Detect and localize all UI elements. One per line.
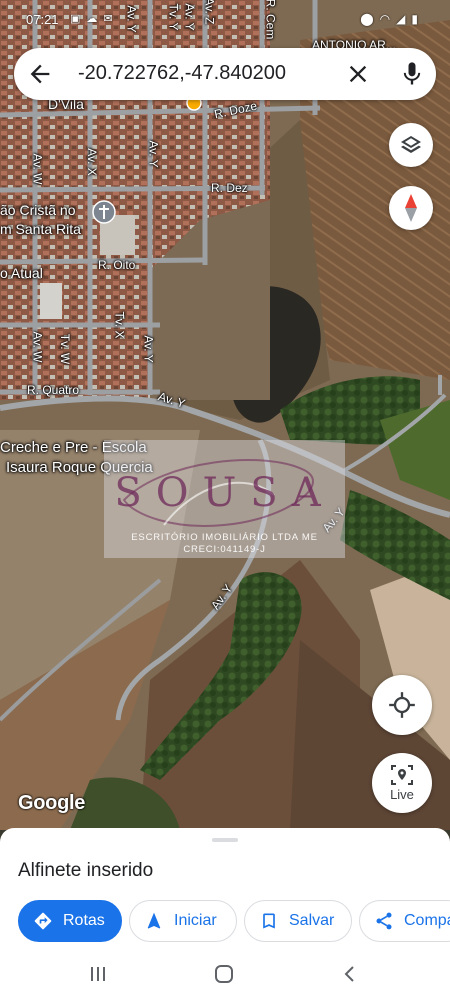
my-location-button[interactable] xyxy=(372,675,432,735)
road-label-av-y-2: Av. Y xyxy=(141,335,156,363)
mail-icon: ✉ xyxy=(103,13,119,25)
close-icon xyxy=(349,65,367,83)
layers-button[interactable] xyxy=(389,123,433,167)
recents-button[interactable] xyxy=(88,964,108,984)
road-label-tv-x: Tv. X xyxy=(112,311,127,339)
road-label-av-w-1: Av. W xyxy=(30,153,45,185)
status-bar: 07:21 ▣☁✉ ⬤◠◢▮ xyxy=(0,0,450,40)
live-view-icon xyxy=(391,765,413,785)
arrow-back-icon xyxy=(30,64,50,84)
image-icon: ▣ xyxy=(70,13,87,25)
battery-icon: ▮ xyxy=(411,12,424,26)
start-navigation-button[interactable]: Iniciar xyxy=(129,900,237,942)
road-label-tv-w: Tv. W xyxy=(58,333,73,365)
layers-icon xyxy=(401,136,421,153)
save-button[interactable]: Salvar xyxy=(244,900,352,942)
search-input[interactable]: -20.722762,-47.840200 xyxy=(78,62,286,85)
system-icons: ⬤◠◢▮ xyxy=(360,12,424,26)
road-label-r-quatro: R. Quatro xyxy=(27,383,80,397)
directions-label: Rotas xyxy=(63,912,105,929)
status-time: 07:21 xyxy=(26,12,59,27)
place-label-church-line1[interactable]: ão Cristã no xyxy=(0,202,75,218)
clear-search-button[interactable] xyxy=(344,60,372,88)
agency-watermark: SOUSA ESCRITÓRIO IMOBILIÁRIO LTDA ME CRE… xyxy=(104,440,345,558)
home-button[interactable] xyxy=(214,964,234,984)
system-back-button[interactable] xyxy=(340,964,360,984)
sheet-title: Alfinete inserido xyxy=(18,860,154,881)
back-icon xyxy=(344,966,354,982)
signal-icon: ◢ xyxy=(396,12,412,26)
location-icon: ⬤ xyxy=(360,12,380,26)
notification-icons: ▣☁✉ xyxy=(70,12,119,25)
live-label: Live xyxy=(390,787,414,802)
live-view-button[interactable]: Live xyxy=(372,753,432,813)
share-icon xyxy=(376,912,392,930)
system-nav-bar xyxy=(0,950,450,1000)
wifi-icon: ◠ xyxy=(379,12,397,26)
start-label: Iniciar xyxy=(174,912,217,929)
compass-icon xyxy=(405,194,417,222)
compass-button[interactable] xyxy=(389,186,433,230)
watermark-company: ESCRITÓRIO IMOBILIÁRIO LTDA ME xyxy=(131,532,318,543)
save-label: Salvar xyxy=(289,912,335,929)
share-label: Compartilhar xyxy=(404,912,450,929)
road-label-av-x: Av. X xyxy=(84,148,99,176)
road-label-av-y-1: Av. Y xyxy=(146,140,161,168)
watermark-creci: CRECI:041149-J xyxy=(183,544,266,555)
road-label-r-oito: R. Oito xyxy=(98,258,136,272)
road-label-av-w-2: Av. W xyxy=(30,331,45,363)
share-button[interactable]: Compartilhar xyxy=(359,900,450,942)
watermark-brand: SOUSA xyxy=(114,470,335,516)
church-marker-icon[interactable] xyxy=(92,200,116,224)
directions-button[interactable]: Rotas xyxy=(18,900,122,942)
cloud-icon: ☁ xyxy=(86,13,104,25)
voice-search-button[interactable] xyxy=(398,60,426,88)
crosshair-icon xyxy=(389,692,415,718)
home-icon xyxy=(215,965,233,983)
place-label-church-line2[interactable]: m Santa Rita xyxy=(0,221,81,237)
search-bar[interactable]: -20.722762,-47.840200 xyxy=(14,48,436,100)
place-label-atual[interactable]: o Atual xyxy=(0,265,43,281)
bookmark-icon xyxy=(263,913,275,929)
sheet-drag-handle[interactable] xyxy=(212,838,238,842)
back-button[interactable] xyxy=(26,60,54,88)
mic-icon xyxy=(403,62,421,85)
road-label-r-dez: R. Dez xyxy=(211,181,248,195)
recents-icon xyxy=(91,967,105,981)
navigation-icon xyxy=(147,912,161,929)
google-attribution: Google xyxy=(18,792,86,814)
directions-icon xyxy=(34,912,52,930)
